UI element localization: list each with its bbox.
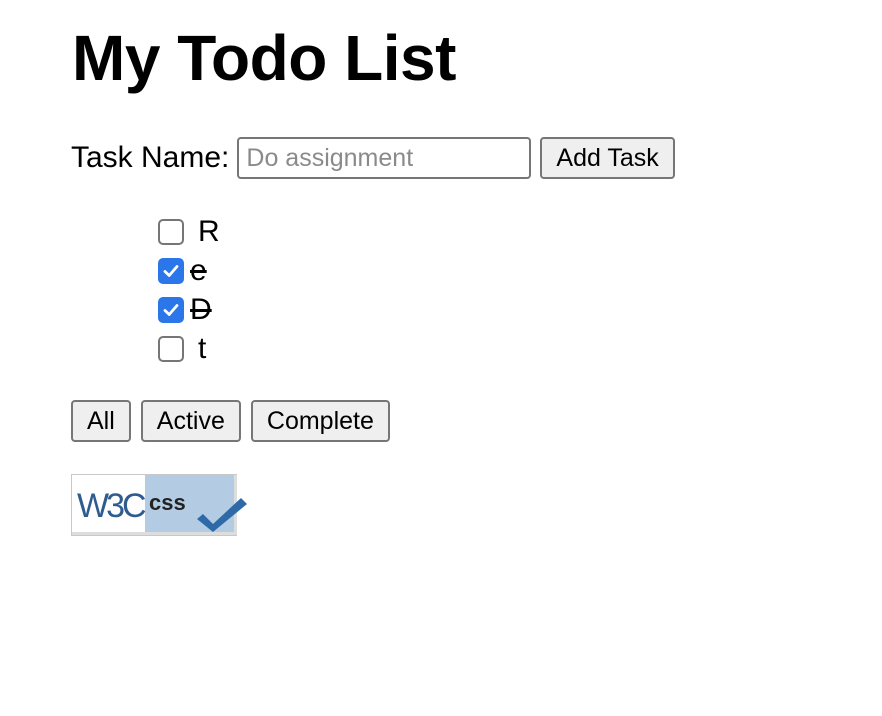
page-title: My Todo List [72, 22, 456, 94]
task-item: D [158, 290, 220, 329]
add-task-form: Task Name: Add Task [71, 136, 675, 180]
checkmark-icon [163, 264, 179, 277]
task-label: e [190, 253, 207, 287]
badge-right-text: css [149, 490, 186, 515]
task-label: R [198, 214, 220, 248]
filter-complete-button[interactable]: Complete [250, 400, 390, 442]
task-item: R [158, 212, 220, 251]
filter-active-button[interactable]: Active [140, 400, 241, 442]
w3c-css-badge-icon[interactable]: W3C css [71, 474, 249, 536]
task-item: e [158, 251, 220, 290]
task-checkbox[interactable] [158, 218, 184, 245]
task-name-label: Task Name: [71, 141, 230, 174]
checkmark-icon [163, 303, 179, 316]
filter-all-button[interactable]: All [71, 400, 131, 442]
filter-bar: All Active Complete [71, 400, 400, 442]
task-item: t [158, 329, 220, 368]
task-checkbox[interactable] [158, 335, 184, 362]
badge-left-text: W3C [77, 487, 146, 525]
task-name-input[interactable] [237, 137, 532, 179]
task-label: D [190, 292, 212, 326]
add-task-button[interactable]: Add Task [540, 137, 675, 179]
page: My Todo List Task Name: Add Task R e D [0, 0, 882, 716]
task-list: R e D t [158, 212, 220, 368]
task-checkbox[interactable] [158, 296, 184, 323]
task-checkbox[interactable] [158, 257, 184, 284]
task-label: t [198, 331, 207, 365]
